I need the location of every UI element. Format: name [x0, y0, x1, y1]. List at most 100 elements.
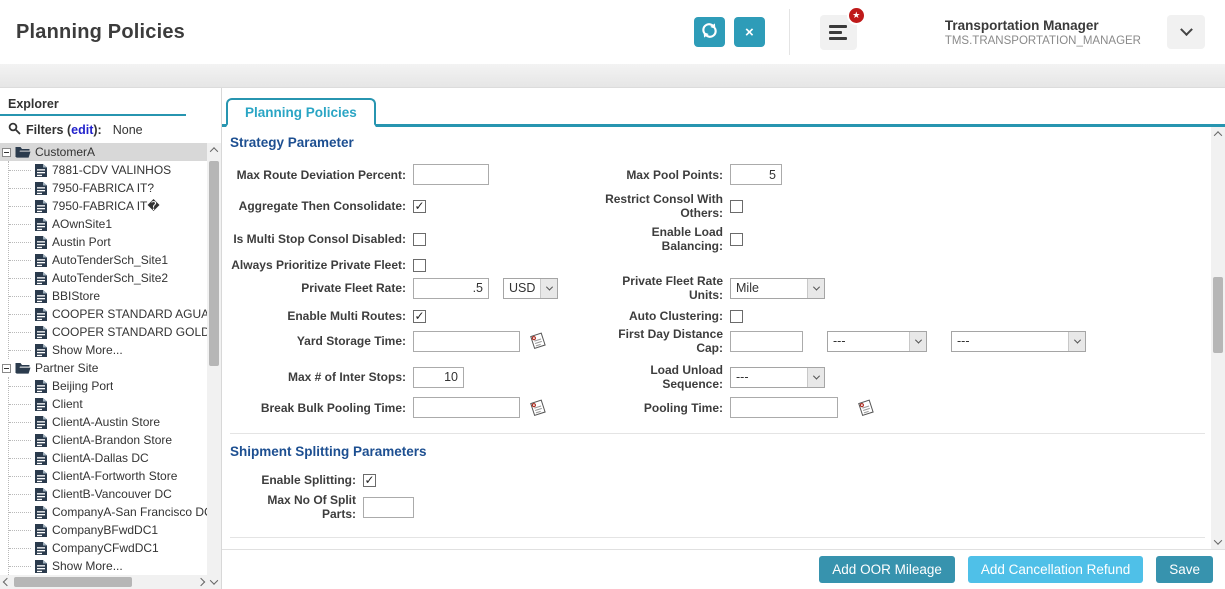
aggregate-then-consolidate-label: Aggregate Then Consolidate:	[238, 199, 406, 213]
restrict-consol-with-others-label: Restrict Consol With Others:	[605, 192, 723, 220]
break-bulk-pooling-time-input[interactable]	[413, 397, 520, 418]
yard-storage-time-input[interactable]	[413, 330, 520, 352]
tree-item-7950-fabrica-it[interactable]: 7950-FABRICA IT�	[9, 197, 207, 215]
scroll-down-icon	[209, 576, 219, 585]
filters-value: None	[112, 123, 143, 137]
private-fleet-rate-units-label: Private Fleet Rate Units:	[622, 274, 723, 302]
max-pool-points-label: Max Pool Points:	[626, 167, 723, 182]
private-fleet-rate-input[interactable]: .5	[413, 277, 489, 299]
enable-load-balancing-checkbox[interactable]	[730, 232, 743, 246]
file-icon	[35, 307, 47, 322]
save-button[interactable]: Save	[1156, 556, 1213, 583]
tree-item-cooper-standard-goldsb[interactable]: COOPER STANDARD GOLDSB	[9, 323, 207, 341]
restrict-consol-with-others-checkbox[interactable]	[730, 199, 743, 213]
refresh-button[interactable]	[693, 17, 725, 47]
form-row: Max Route Deviation Percent: Max Pool Poi…	[230, 164, 1211, 185]
yard-storage-time-duration-picker-icon[interactable]	[528, 331, 548, 351]
explorer-vertical-scrollbar[interactable]	[207, 143, 221, 589]
tree-item-clientb-vancouver-dc[interactable]: ClientB-Vancouver DC	[9, 485, 207, 503]
chevron-down-icon	[540, 278, 557, 298]
add-oor-mileage-button[interactable]: Add OOR Mileage	[819, 556, 955, 583]
tree-item-label: 7881-CDV VALINHOS	[52, 163, 172, 177]
max-pool-points-input[interactable]: 5	[730, 164, 782, 185]
section-heading-strategy: Strategy Parameter	[230, 135, 354, 150]
private-fleet-rate-units-select[interactable]: Mile	[730, 277, 825, 299]
user-menu-button[interactable]	[1167, 15, 1205, 49]
tree-item-companya-san-francisco-dc[interactable]: CompanyA-San Francisco DC	[9, 503, 207, 521]
collapse-icon[interactable]	[2, 147, 11, 157]
close-button[interactable]: ×	[733, 17, 765, 47]
enable-splitting-checkbox[interactable]: ✓	[363, 473, 376, 487]
tree-item-clienta-brandon-store[interactable]: ClientA-Brandon Store	[9, 431, 207, 449]
explorer-horizontal-scrollbar[interactable]	[0, 575, 208, 589]
first-day-distance-cap-input[interactable]	[730, 330, 803, 352]
enable-splitting-label: Enable Splitting:	[261, 473, 356, 487]
file-icon	[35, 397, 47, 412]
tree-item-client[interactable]: Client	[9, 395, 207, 413]
tree-item-clienta-fortworth-store[interactable]: ClientA-Fortworth Store	[9, 467, 207, 485]
filters-row: Filters (edit): None	[0, 116, 221, 143]
tree-item-bbistore[interactable]: BBIStore	[9, 287, 207, 305]
action-footer: Add OOR Mileage Add Cancellation Refund …	[222, 550, 1225, 589]
tree-node-customera[interactable]: CustomerA	[0, 143, 207, 161]
load-unload-sequence-select[interactable]: ---	[730, 366, 825, 388]
tree-item-autotendersch-site1[interactable]: AutoTenderSch_Site1	[9, 251, 207, 269]
folder-icon	[15, 362, 31, 375]
pooling-time-duration-picker-icon[interactable]	[856, 398, 876, 418]
chevron-down-icon	[807, 278, 824, 298]
tree-item-beijing-port[interactable]: Beijing Port	[9, 377, 207, 395]
user-name: Transportation Manager	[944, 17, 1099, 33]
tree-item-show-more[interactable]: Show More...	[9, 557, 207, 575]
max-no-of-split-parts-label: Max No Of Split Parts:	[267, 493, 356, 521]
always-prioritize-private-fleet-checkbox[interactable]	[413, 258, 426, 272]
tree-item-label: CompanyA-San Francisco DC	[52, 505, 207, 519]
form-row: Enable Splitting: ✓	[230, 473, 1211, 487]
is-multi-stop-consol-disabled-checkbox[interactable]	[413, 232, 426, 246]
file-icon	[35, 559, 47, 574]
tree-item-companybfwddc1[interactable]: CompanyBFwdDC1	[9, 521, 207, 539]
tree-item-label: ClientA-Fortworth Store	[52, 469, 178, 483]
select-value: Mile	[736, 281, 759, 295]
tree-item-7881-cdv-valinhos[interactable]: 7881-CDV VALINHOS	[9, 161, 207, 179]
tree-item-clienta-dallas-dc[interactable]: ClientA-Dallas DC	[9, 449, 207, 467]
file-icon	[35, 451, 47, 466]
tree-item-label: AutoTenderSch_Site2	[52, 271, 169, 285]
break-bulk-pooling-time-duration-picker-icon[interactable]	[528, 398, 548, 418]
max-of-inter-stops-input[interactable]: 10	[413, 366, 464, 388]
max-no-of-split-parts-input[interactable]	[363, 496, 414, 518]
filters-edit-link[interactable]: edit	[71, 123, 93, 137]
tree-item-autotendersch-site2[interactable]: AutoTenderSch_Site2	[9, 269, 207, 287]
max-route-deviation-percent-input[interactable]	[413, 164, 489, 185]
tree-node-partner-site[interactable]: Partner Site	[0, 359, 207, 377]
tab-planning-policies[interactable]: Planning Policies	[226, 98, 376, 127]
pooling-time-input[interactable]	[730, 397, 838, 418]
tree-item-austin-port[interactable]: Austin Port	[9, 233, 207, 251]
first-day-distance-cap-select[interactable]: ---	[827, 330, 927, 352]
tree-node-label: CustomerA	[35, 145, 96, 159]
auto-clustering-checkbox[interactable]	[730, 309, 743, 323]
tree-item-aownsite1[interactable]: AOwnSite1	[9, 215, 207, 233]
tree-item-show-more[interactable]: Show More...	[9, 341, 207, 359]
chevron-down-icon	[1068, 331, 1085, 351]
add-cancellation-refund-button[interactable]: Add Cancellation Refund	[967, 556, 1144, 583]
aggregate-then-consolidate-checkbox[interactable]: ✓	[413, 199, 426, 213]
file-icon	[35, 235, 47, 250]
tree-item-clienta-austin-store[interactable]: ClientA-Austin Store	[9, 413, 207, 431]
filters-label: Filters (edit):	[26, 123, 102, 137]
collapse-icon[interactable]	[2, 363, 11, 373]
file-icon	[35, 379, 47, 394]
first-day-distance-cap-select[interactable]: ---	[951, 330, 1086, 352]
section-divider	[230, 537, 1205, 538]
tree-item-7950-fabrica-it[interactable]: 7950-FABRICA IT?	[9, 179, 207, 197]
tree-item-companycfwddc1[interactable]: CompanyCFwdDC1	[9, 539, 207, 557]
break-bulk-pooling-time-label: Break Bulk Pooling Time:	[260, 400, 406, 415]
private-fleet-rate-select[interactable]: USD	[503, 277, 558, 299]
yard-storage-time-label: Yard Storage Time:	[296, 334, 406, 348]
first-day-distance-cap-label: First Day Distance Cap:	[618, 327, 723, 355]
tree-item-label: 7950-FABRICA IT?	[52, 181, 155, 195]
enable-multi-routes-checkbox[interactable]: ✓	[413, 309, 426, 323]
tree-item-label: CompanyCFwdDC1	[52, 541, 159, 555]
form-row: Enable Multi Routes: ✓ Auto Clustering:	[230, 309, 1211, 323]
main-vertical-scrollbar[interactable]	[1211, 127, 1225, 549]
tree-item-cooper-standard-aguas-s[interactable]: COOPER STANDARD AGUAS S	[9, 305, 207, 323]
